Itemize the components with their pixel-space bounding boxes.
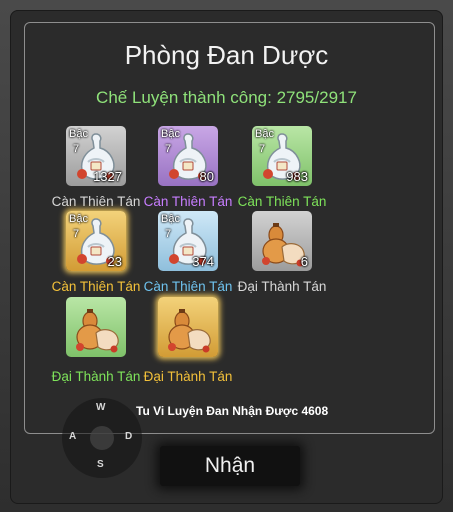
item-quantity: 983 (286, 169, 308, 184)
item-quantity: 374 (192, 254, 214, 269)
item-slot[interactable]: 6 (252, 211, 312, 271)
item-tier-label: Bậc (255, 128, 274, 140)
item-tier-value: 7 (165, 143, 172, 155)
item-name: Đại Thành Tán (143, 369, 233, 384)
item-tier: Bậc 7 (161, 128, 180, 155)
item-quantity: 1327 (93, 169, 122, 184)
item-slot[interactable] (158, 297, 218, 357)
item-tier-label: Bậc (161, 213, 180, 225)
joystick-key-up: W (96, 402, 106, 413)
receive-button[interactable]: Nhận (160, 446, 300, 486)
item-tier-value: 7 (73, 143, 80, 155)
item-tier: Bậc 7 (255, 128, 274, 155)
item-slot[interactable]: Bậc 7 1327 (66, 126, 126, 186)
item-quantity: 80 (199, 169, 214, 184)
item-tier: Bậc 7 (161, 213, 180, 240)
item-quantity: 23 (107, 254, 122, 269)
item-tier-label: Bậc (69, 213, 88, 225)
joystick-key-left: A (69, 431, 77, 442)
joystick-hub[interactable] (90, 426, 114, 450)
virtual-joystick[interactable]: W A D S (62, 398, 142, 478)
item-tier-value: 7 (73, 228, 80, 240)
item-tier-label: Bậc (69, 128, 88, 140)
item-slot[interactable] (66, 297, 126, 357)
joystick-key-down: S (97, 459, 104, 470)
joystick-key-right: D (125, 431, 133, 442)
item-tier-value: 7 (165, 228, 172, 240)
craft-success-count: Chế Luyện thành công: 2795/2917 (96, 88, 357, 107)
item-tier: Bậc 7 (69, 213, 88, 240)
item-slot[interactable]: Bậc 7 23 (66, 211, 126, 271)
reward-text: Tu Vi Luyện Đan Nhận Được 4608 (136, 404, 329, 418)
item-slot[interactable]: Bậc 7 374 (158, 211, 218, 271)
item-slot[interactable]: Bậc 7 983 (252, 126, 312, 186)
item-name: Càn Thiên Tán (237, 194, 327, 209)
dialog-title: Phòng Đan Dược (124, 40, 329, 70)
item-quantity: 6 (300, 254, 308, 269)
item-name: Đại Thành Tán (237, 279, 327, 294)
item-tier: Bậc 7 (69, 128, 88, 155)
item-slot[interactable]: Bậc 7 80 (158, 126, 218, 186)
item-tier-value: 7 (259, 143, 266, 155)
item-tier-label: Bậc (161, 128, 180, 140)
